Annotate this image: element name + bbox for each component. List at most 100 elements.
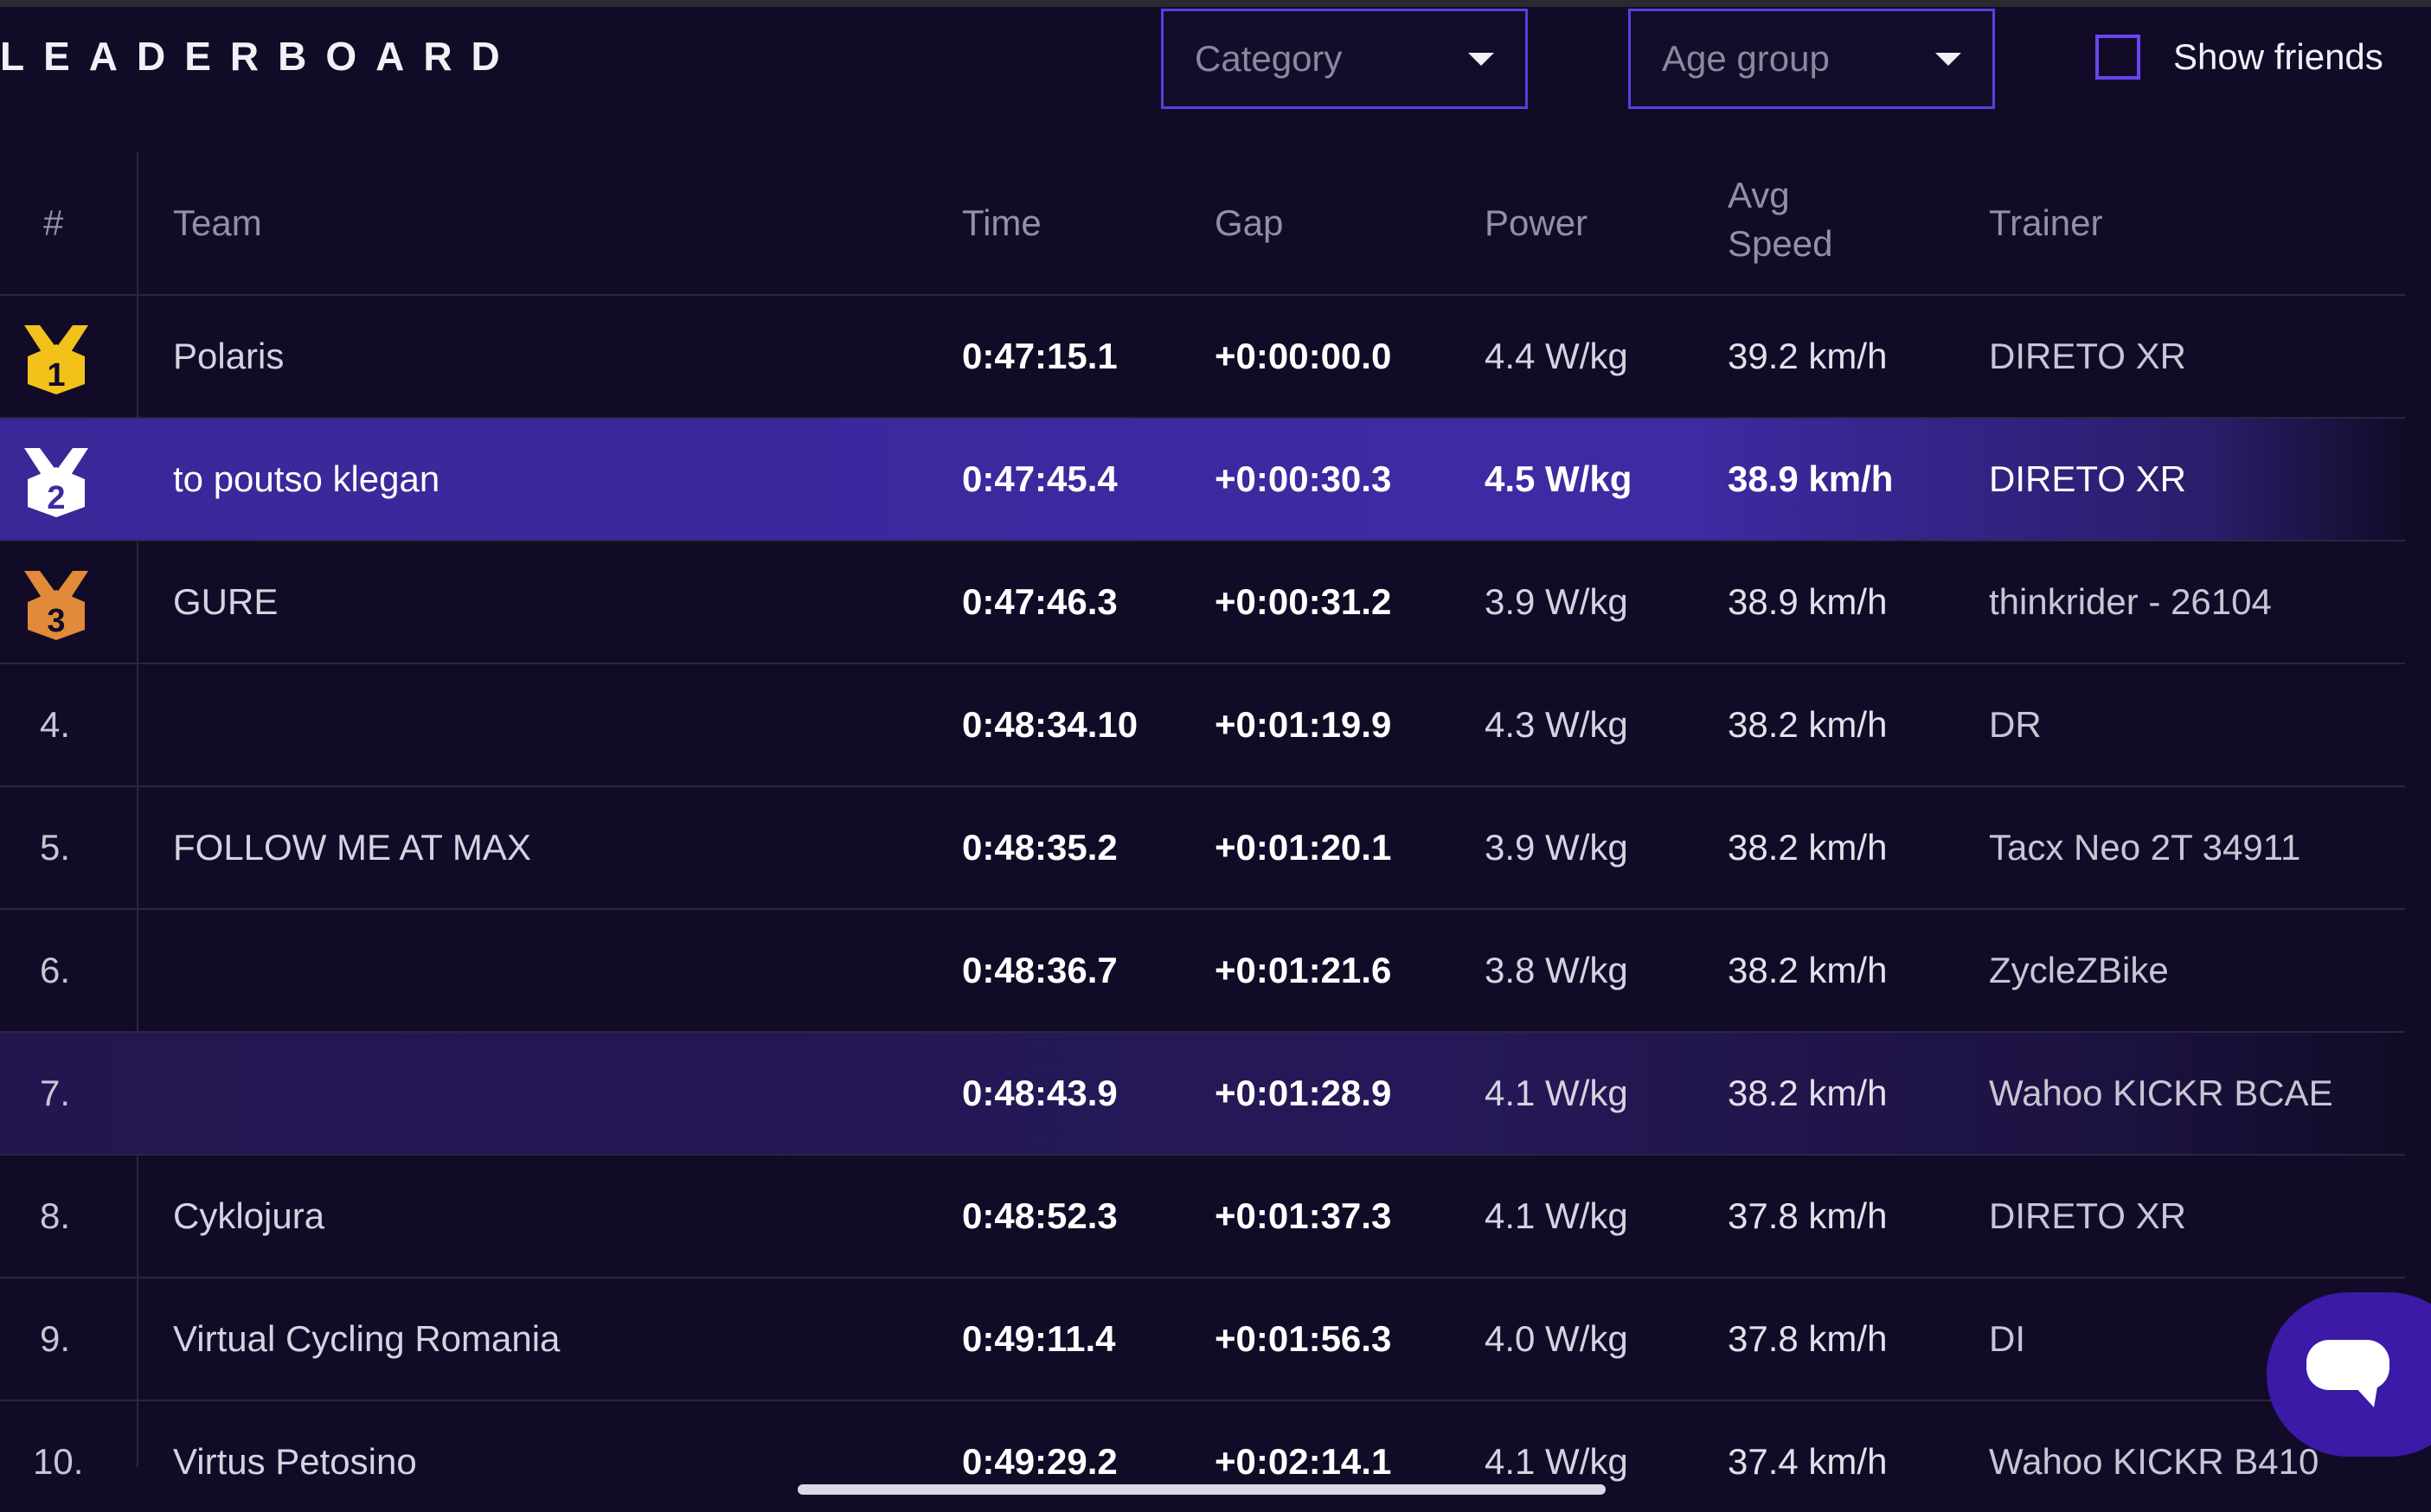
rank-value: 6. [40,950,71,990]
caret-down-icon [1468,52,1494,66]
medal-number: 2 [47,480,65,516]
speed-value: 39.2 km/h [1728,336,1888,376]
table-row[interactable]: 3 GURE 0:47:46.3 +0:00:31.2 3.9 W/kg 38.… [0,541,2405,664]
leaderboard-table: # Team Time Gap Power Avg Speed Trainer … [0,152,2405,1512]
show-friends-label: Show friends [2173,36,2383,77]
table-row[interactable]: 10. Virtus Petosino 0:49:29.2 +0:02:14.1… [0,1401,2405,1512]
gap-value: +0:01:21.6 [1215,950,1392,990]
team-name: Cyklojura [173,1195,325,1236]
table-row-hover[interactable]: 7. 0:48:43.9 +0:01:28.9 4.1 W/kg 38.2 km… [0,1033,2405,1156]
trainer-value: Wahoo KICKR B410 [1989,1441,2319,1482]
medal-number: 1 [47,357,65,394]
power-value: 4.4 W/kg [1485,336,1628,376]
leaderboard-page: LEADERBOARD Category Age group Show frie… [0,0,2431,1512]
column-header-avg-speed-line2: Speed [1728,223,1833,264]
medal-bronze-icon: 3 [24,571,88,640]
gap-value: +0:01:20.1 [1215,827,1392,868]
trainer-value: thinkrider - 26104 [1989,581,2272,622]
column-header-rank: # [43,202,64,243]
speed-value: 38.2 km/h [1728,950,1888,990]
power-value: 4.1 W/kg [1485,1195,1628,1236]
speed-value: 38.2 km/h [1728,1073,1888,1113]
rank-value: 7. [40,1073,71,1113]
table-header: # Team Time Gap Power Avg Speed Trainer [0,152,2405,296]
chat-button[interactable] [2267,1292,2431,1457]
power-value: 4.0 W/kg [1485,1318,1628,1359]
column-header-time[interactable]: Time [962,199,1042,247]
speed-value: 38.2 km/h [1728,827,1888,868]
gap-value: +0:00:31.2 [1215,581,1392,622]
team-name: GURE [173,581,279,622]
gap-value: +0:01:28.9 [1215,1073,1392,1113]
trainer-value: ZycleZBike [1989,950,2169,990]
gap-value: +0:01:56.3 [1215,1318,1392,1359]
speed-value: 38.9 km/h [1728,458,1894,499]
trainer-value: DR [1989,704,2042,745]
age-group-dropdown[interactable]: Age group [1628,9,1995,109]
table-row-highlighted[interactable]: 2 to poutso klegan 0:47:45.4 +0:00:30.3 … [0,419,2405,541]
age-group-placeholder: Age group [1662,38,1830,79]
power-value: 4.1 W/kg [1485,1073,1628,1113]
category-placeholder: Category [1195,38,1343,79]
team-name: Virtus Petosino [173,1441,417,1482]
gap-value: +0:00:00.0 [1215,336,1392,376]
gap-value: +0:01:19.9 [1215,704,1392,745]
column-header-avg-speed[interactable]: Avg Speed [1728,171,1832,268]
column-header-power[interactable]: Power [1485,199,1588,247]
show-friends-toggle[interactable]: Show friends [2095,35,2383,80]
table-row[interactable]: 8. Cyklojura 0:48:52.3 +0:01:37.3 4.1 W/… [0,1156,2405,1278]
gap-value: +0:01:37.3 [1215,1195,1392,1236]
category-dropdown[interactable]: Category [1161,9,1528,109]
page-title: LEADERBOARD [0,34,519,79]
time-value: 0:48:34.10 [962,704,1139,745]
rank-value: 9. [40,1318,71,1359]
time-value: 0:48:43.9 [962,1073,1118,1113]
power-value: 3.9 W/kg [1485,581,1628,622]
speed-value: 37.8 km/h [1728,1195,1888,1236]
time-value: 0:47:46.3 [962,581,1118,622]
medal-silver-icon: 2 [24,448,88,517]
gap-value: +0:00:30.3 [1215,458,1392,499]
speed-value: 37.8 km/h [1728,1318,1888,1359]
team-name: to poutso klegan [173,458,440,499]
trainer-value: DIRETO XR [1989,336,2186,376]
table-row[interactable]: 5. FOLLOW ME AT MAX 0:48:35.2 +0:01:20.1… [0,787,2405,910]
rank-value: 10. [33,1441,84,1482]
trainer-value: DIRETO XR [1989,458,2186,499]
time-value: 0:48:36.7 [962,950,1118,990]
team-name: Polaris [173,336,285,376]
table-row[interactable]: 6. 0:48:36.7 +0:01:21.6 3.8 W/kg 38.2 km… [0,910,2405,1033]
horizontal-scrollbar[interactable] [798,1484,1606,1495]
speed-value: 37.4 km/h [1728,1441,1888,1482]
table-row[interactable]: 1 Polaris 0:47:15.1 +0:00:00.0 4.4 W/kg … [0,296,2405,419]
column-header-trainer[interactable]: Trainer [1989,199,2102,247]
column-header-gap[interactable]: Gap [1215,199,1283,247]
chat-bubble-icon [2306,1340,2389,1407]
table-row[interactable]: 9. Virtual Cycling Romania 0:49:11.4 +0:… [0,1278,2405,1401]
power-value: 3.9 W/kg [1485,827,1628,868]
team-name: FOLLOW ME AT MAX [173,827,531,868]
time-value: 0:49:11.4 [962,1318,1116,1359]
rank-value: 5. [40,827,71,868]
speed-value: 38.2 km/h [1728,704,1888,745]
table-row[interactable]: 4. 0:48:34.10 +0:01:19.9 4.3 W/kg 38.2 k… [0,664,2405,787]
time-value: 0:48:35.2 [962,827,1118,868]
power-value: 4.3 W/kg [1485,704,1628,745]
gap-value: +0:02:14.1 [1215,1441,1392,1482]
top-border [0,0,2431,7]
show-friends-checkbox[interactable] [2095,35,2140,80]
rank-value: 4. [40,704,71,745]
power-value: 3.8 W/kg [1485,950,1628,990]
column-header-team[interactable]: Team [173,199,262,247]
power-value: 4.5 W/kg [1485,458,1632,499]
column-header-avg-speed-line1: Avg [1728,175,1790,215]
trainer-value: DI [1989,1318,2025,1359]
speed-value: 38.9 km/h [1728,581,1888,622]
time-value: 0:47:15.1 [962,336,1118,376]
power-value: 4.1 W/kg [1485,1441,1628,1482]
trainer-value: Wahoo KICKR BCAE [1989,1073,2333,1113]
team-name: Virtual Cycling Romania [173,1318,561,1359]
time-value: 0:48:52.3 [962,1195,1118,1236]
trainer-value: Tacx Neo 2T 34911 [1989,827,2301,868]
caret-down-icon [1935,52,1961,66]
